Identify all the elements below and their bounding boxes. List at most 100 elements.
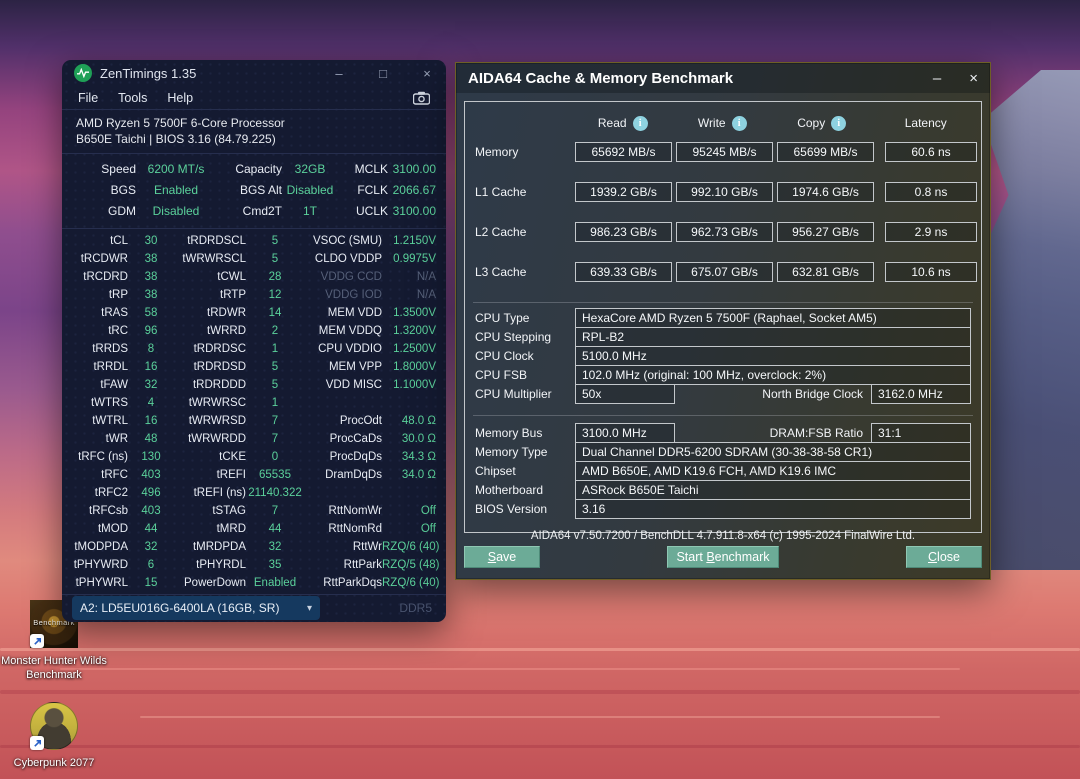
close-button[interactable]: ×	[420, 66, 434, 81]
timings-table: tCL 30 tRDRDSCL 5 VSOC (SMU) 1.2150V tRC…	[62, 229, 446, 594]
maximize-button[interactable]: □	[376, 66, 390, 81]
window-title: AIDA64 Cache & Memory Benchmark	[468, 69, 734, 87]
timing-row: tMOD 44 tMRD 44 RttNomRd Off	[97, 522, 436, 535]
benchmark-row: L2 Cache 986.23 GB/s 962.73 GB/s 956.27 …	[475, 222, 977, 242]
timing-row: tRFC (ns) 130 tCKE 0 ProcDqDs 34.3 Ω	[78, 450, 436, 463]
dimm-select-value: A2: LD5EU016G-6400LA (16GB, SR)	[80, 601, 280, 616]
chipset-value: AMD B650E, AMD K19.6 FCH, AMD K19.6 IMC	[575, 461, 971, 481]
cpu-info-section: CPU Type HexaCore AMD Ryzen 5 7500F (Rap…	[475, 308, 971, 404]
write-value: 962.73 GB/s	[676, 222, 773, 242]
benchmark-header-row: Read i Write i Copy i Latency	[475, 112, 971, 134]
row-label: L2 Cache	[475, 225, 527, 239]
row-label: L3 Cache	[475, 265, 527, 279]
chipset-label: Chipset	[475, 464, 516, 478]
cpu-clock-value: 5100.0 MHz	[575, 346, 971, 366]
menu-file[interactable]: File	[78, 91, 98, 105]
dram-fsb-ratio-value: 31:1	[871, 423, 971, 443]
benchmark-row: L1 Cache 1939.2 GB/s 992.10 GB/s 1974.6 …	[475, 182, 977, 202]
timing-row: tRFC2 496 tREFI (ns) 21140.322	[94, 486, 302, 499]
timing-row: tRFCsb 403 tSTAG 7 RttNomWr Off	[89, 504, 436, 517]
close-button[interactable]: ×	[969, 70, 978, 87]
timing-row: tWR 48 tWRWRDD 7 ProcCaDs 30.0 Ω	[105, 432, 436, 445]
speed-row: GDM Disabled Cmd2T 1T UCLK 3100.00	[108, 204, 436, 219]
nb-clock-value: 3162.0 MHz	[871, 384, 971, 404]
read-value: 986.23 GB/s	[575, 222, 672, 242]
cpu-stepping-label: CPU Stepping	[475, 330, 552, 344]
close-button[interactable]: Close	[906, 546, 982, 568]
benchmark-row: L3 Cache 639.33 GB/s 675.07 GB/s 632.81 …	[475, 262, 977, 282]
timing-row: tPHYWRL 15 PowerDown Enabled RttParkDqs …	[75, 576, 440, 589]
copy-value: 956.27 GB/s	[777, 222, 874, 242]
bios-version-value: 3.16	[575, 499, 971, 519]
aida64-titlebar[interactable]: AIDA64 Cache & Memory Benchmark – ×	[456, 63, 990, 93]
screenshot-camera-icon[interactable]	[413, 91, 430, 105]
timing-row: tPHYWRD 6 tPHYRDL 35 RttPark RZQ/5 (48)	[73, 558, 440, 571]
aida64-window: AIDA64 Cache & Memory Benchmark – × Read…	[455, 62, 991, 580]
zentimings-logo-icon	[74, 64, 92, 83]
timing-row: tRFC 403 tREFI 65535 DramDqDs 34.0 Ω	[101, 468, 436, 481]
shortcut-arrow-icon	[30, 634, 44, 648]
timing-row: tRRDL 16 tRDRDSD 5 MEM VPP 1.8000V	[93, 360, 436, 373]
benchmark-results: Memory 65692 MB/s 95245 MB/s 65699 MB/s …	[475, 142, 977, 282]
window-title: ZenTimings 1.35	[100, 65, 197, 81]
latency-value: 60.6 ns	[885, 142, 977, 162]
memory-standard-label: DDR5	[399, 601, 432, 616]
cpu-multiplier-value: 50x	[575, 384, 675, 404]
icon-label: Cyberpunk 2077	[13, 757, 95, 769]
dimm-select-dropdown[interactable]: A2: LD5EU016G-6400LA (16GB, SR) ▾	[72, 596, 320, 621]
version-footer: AIDA64 v7.50.7200 / BenchDLL 4.7.911.8-x…	[530, 530, 916, 542]
timing-row: tFAW 32 tRDRDDD 5 VDD MISC 1.1000V	[100, 378, 436, 391]
memory-speed-section: Speed 6200 MT/s Capacity 32GB MCLK 3100.…	[62, 154, 446, 229]
motherboard-value: ASRock B650E Taichi	[575, 480, 971, 500]
zentimings-titlebar[interactable]: ZenTimings 1.35 – □ ×	[62, 60, 446, 86]
info-icon[interactable]: i	[632, 115, 648, 131]
timing-row: tCL 30 tRDRDSCL 5 VSOC (SMU) 1.2150V	[110, 234, 436, 247]
info-icon[interactable]: i	[731, 115, 747, 131]
row-label: L1 Cache	[475, 185, 527, 199]
dimm-selector-bar: A2: LD5EU016G-6400LA (16GB, SR) ▾ DDR5	[62, 593, 446, 622]
menu-bar: File Tools Help	[62, 86, 446, 110]
cpu-clock-label: CPU Clock	[475, 349, 534, 363]
chevron-down-icon: ▾	[306, 602, 312, 614]
cpu-name: AMD Ryzen 5 7500F 6-Core Processor	[76, 115, 285, 130]
cpu-fsb-value: 102.0 MHz (original: 100 MHz, overclock:…	[575, 365, 971, 385]
nb-clock-label: North Bridge Clock	[762, 387, 863, 401]
timing-row: tRCDRD 38 tCWL 28 VDDG CCD N/A	[83, 270, 436, 283]
copy-value: 1974.6 GB/s	[777, 182, 874, 202]
cpu-type-label: CPU Type	[475, 311, 530, 325]
timing-row: tRP 38 tRTP 12 VDDG IOD N/A	[108, 288, 436, 301]
memory-bus-value: 3100.0 MHz	[575, 423, 675, 443]
timing-row: tRC 96 tWRRD 2 MEM VDDQ 1.3200V	[108, 324, 436, 337]
minimize-button[interactable]: –	[332, 66, 346, 81]
column-write: Write i	[674, 115, 769, 131]
menu-tools[interactable]: Tools	[118, 91, 147, 105]
info-icon[interactable]: i	[831, 115, 847, 131]
timing-row: tRCDWR 38 tWRWRSCL 5 CLDO VDDP 0.9975V	[80, 252, 436, 265]
read-value: 639.33 GB/s	[575, 262, 672, 282]
write-value: 675.07 GB/s	[676, 262, 773, 282]
timing-row: tWTRS 4 tWRWRSC 1	[90, 396, 279, 409]
read-value: 1939.2 GB/s	[575, 182, 672, 202]
benchmark-panel: Read i Write i Copy i Latency Memory 656…	[464, 101, 982, 542]
cpu-type-value: HexaCore AMD Ryzen 5 7500F (Raphael, Soc…	[575, 308, 971, 328]
motherboard-label: Motherboard	[475, 483, 544, 497]
timing-row: tMODPDA 32 tMRDPDA 32 RttWr RZQ/6 (40)	[74, 540, 440, 553]
memory-info-section: Memory Bus 3100.0 MHz DRAM:FSB Ratio 31:…	[475, 423, 971, 519]
button-row: Save Start Benchmark Close	[464, 546, 982, 582]
start-benchmark-button[interactable]: Start Benchmark	[667, 546, 779, 568]
minimize-button[interactable]: –	[933, 70, 941, 87]
menu-help[interactable]: Help	[167, 91, 193, 105]
column-copy: Copy i	[774, 115, 869, 131]
memory-type-label: Memory Type	[475, 445, 548, 459]
dram-fsb-ratio-label: DRAM:FSB Ratio	[769, 426, 863, 440]
timing-row: tRRDS 8 tRDRDSC 1 CPU VDDIO 1.2500V	[92, 342, 436, 355]
copy-value: 632.81 GB/s	[777, 262, 874, 282]
cyberpunk2077-shortcut-icon[interactable]	[30, 702, 78, 750]
column-read: Read i	[575, 115, 670, 131]
timing-row: tRAS 58 tRDWR 14 MEM VDD 1.3500V	[101, 306, 436, 319]
write-value: 95245 MB/s	[676, 142, 773, 162]
benchmark-row: Memory 65692 MB/s 95245 MB/s 65699 MB/s …	[475, 142, 977, 162]
row-label: Memory	[475, 145, 519, 159]
desktop-icon-cyberpunk2077[interactable]: Cyberpunk 2077	[0, 702, 108, 770]
save-button[interactable]: Save	[464, 546, 540, 568]
